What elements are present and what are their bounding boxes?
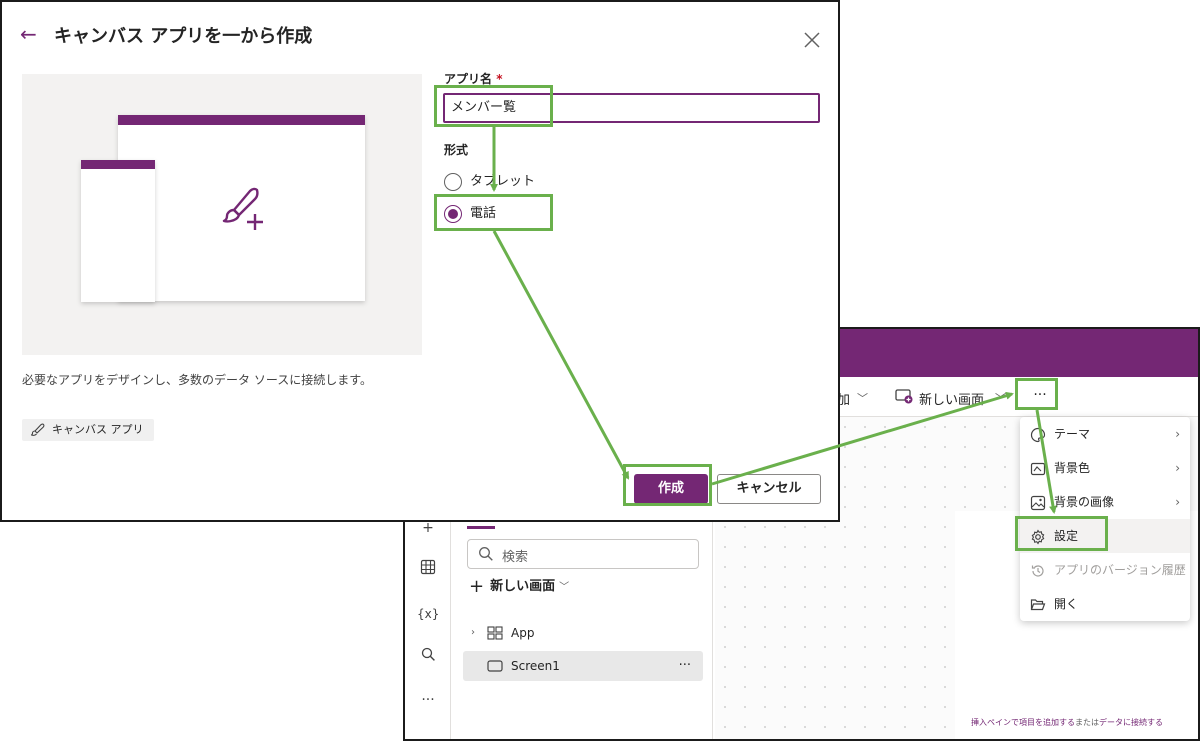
search-placeholder: 検索 [502, 550, 529, 565]
dialog-title: キャンバス アプリを一から作成 [54, 26, 313, 47]
canvas-app-tag: キャンバス アプリ [22, 419, 154, 441]
menu-item-background-color[interactable]: 背景色 › [1020, 451, 1190, 485]
screen-icon [487, 660, 503, 672]
chevron-down-icon: ﹀ [559, 582, 570, 593]
menu-item-open[interactable]: 開く [1020, 587, 1190, 621]
insert-pane-link[interactable]: 挿入ペインで項目を追加する [971, 718, 1075, 727]
menu-item-label: 背景色 [1054, 461, 1091, 475]
tree-new-screen-label: 新しい画面 [490, 579, 556, 594]
background-image-icon [1030, 495, 1046, 511]
app-name-label: アプリ名 * [444, 72, 503, 86]
app-name-input[interactable]: メンバー覧 [443, 93, 820, 123]
search-icon [479, 547, 493, 561]
menu-item-label: 背景の画像 [1054, 495, 1115, 509]
menu-item-label: テーマ [1054, 427, 1091, 441]
more-options-button[interactable]: ··· [1025, 385, 1055, 409]
new-screen-button[interactable]: 新しい画面 [919, 389, 984, 408]
menu-item-settings[interactable]: 設定 [1020, 519, 1190, 553]
create-app-dialog: ← キャンバス アプリを一から作成 必要なアプリをデザインし、多数のデータ ソー… [0, 0, 840, 522]
cancel-button[interactable]: キャンセル [717, 474, 821, 504]
tablet-radio[interactable] [444, 173, 462, 191]
menu-item-label: アプリのバージョン履歴 [1054, 563, 1186, 577]
more-options-menu: テーマ › 背景色 › 背景の画像 › 設定 アプリのバージョン履歴 開く [1020, 417, 1190, 621]
chevron-down-icon[interactable]: ﹀ [995, 390, 1006, 406]
chevron-right-icon: › [1175, 461, 1180, 475]
background-color-icon [1030, 462, 1046, 476]
folder-icon [1030, 599, 1046, 611]
menu-item-label: 設定 [1054, 529, 1079, 543]
more-icon[interactable]: ··· [417, 689, 439, 711]
menu-item-theme[interactable]: テーマ › [1020, 417, 1190, 451]
tree-new-screen-button[interactable]: + 新しい画面 ﹀ [469, 575, 569, 597]
menu-item-background-image[interactable]: 背景の画像 › [1020, 485, 1190, 519]
chevron-down-icon[interactable]: ﹀ [857, 390, 868, 406]
hint-or-text: または [1075, 718, 1099, 727]
required-mark: * [496, 72, 503, 86]
history-icon [1031, 565, 1044, 577]
more-icon[interactable]: ··· [679, 651, 691, 681]
menu-item-label: 開く [1054, 597, 1079, 611]
chevron-right-icon: › [1175, 495, 1180, 509]
variables-icon[interactable]: {x} [417, 603, 439, 625]
tree-item-label: Screen1 [511, 659, 560, 673]
canvas-hint: 挿入ペインで項目を追加するまたはデータに接続する [971, 717, 1163, 728]
tree-item-app[interactable]: › App [463, 618, 703, 648]
create-button[interactable]: 作成 [634, 474, 708, 504]
gear-icon [1031, 529, 1045, 545]
tab-indicator [467, 526, 495, 529]
new-screen-icon[interactable] [895, 388, 913, 404]
app-icon [487, 626, 503, 640]
tree-item-screen1[interactable]: Screen1 ··· [463, 651, 703, 681]
chevron-right-icon[interactable]: › [471, 618, 475, 648]
phone-radio[interactable] [444, 205, 462, 223]
phone-label: 電話 [470, 206, 497, 221]
tree-search-input[interactable]: 検索 [467, 539, 699, 569]
menu-item-version-history: アプリのバージョン履歴 [1020, 553, 1190, 587]
tablet-label: タブレット [470, 174, 536, 189]
canvas-app-illustration [22, 74, 422, 355]
connect-data-link[interactable]: データに接続する [1099, 718, 1163, 727]
tree-item-label: App [511, 626, 535, 640]
table-icon[interactable] [417, 559, 439, 581]
chevron-right-icon: › [1175, 427, 1180, 441]
tag-label: キャンバス アプリ [52, 423, 144, 436]
format-label: 形式 [444, 143, 469, 157]
tablet-phone-illustration [81, 115, 365, 302]
theme-icon [1030, 427, 1046, 443]
plus-icon: + [469, 576, 485, 597]
back-arrow-icon[interactable]: ← [20, 22, 37, 46]
brush-icon [31, 423, 45, 436]
dialog-description: 必要なアプリをデザインし、多数のデータ ソースに接続します。 [22, 373, 373, 387]
search-icon[interactable] [417, 647, 439, 669]
close-icon[interactable] [801, 29, 823, 51]
